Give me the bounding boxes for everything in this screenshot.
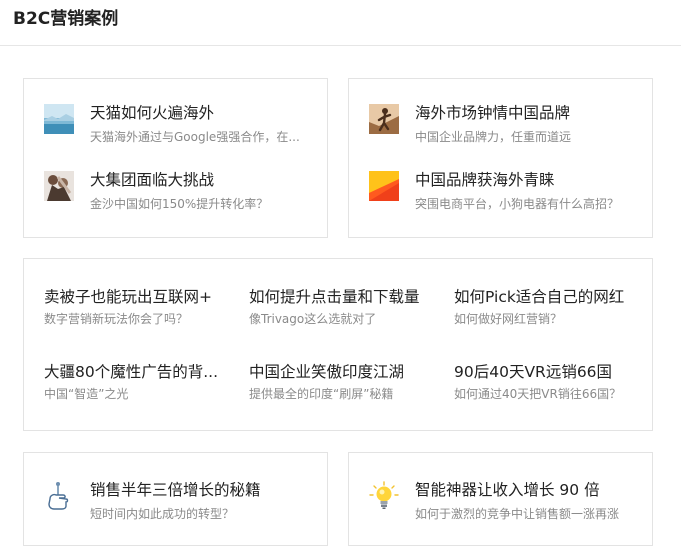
case-card-top-right: 海外市场钟情中国品牌 中国企业品牌力，任重而道远 中国品牌获海外青睐 突围电商平… xyxy=(348,78,653,238)
case-item-title: 大疆80个魔性广告的背... xyxy=(44,363,219,381)
case-item-sales-growth[interactable]: 销售半年三倍增长的秘籍 短时间内如此成功的转型？ xyxy=(44,480,314,524)
case-item-influencer[interactable]: 如何Pick适合自己的网红 如何做好网红营销？ xyxy=(454,287,644,329)
case-item-title: 天猫如何火遍海外 xyxy=(90,104,215,122)
case-item-subtitle: 天猫海外通过与Google强强合作，在... xyxy=(90,130,300,144)
orange-red-graphic-icon xyxy=(369,171,399,201)
case-item-quilt[interactable]: 卖被子也能玩出互联网+ 数字营销新玩法你会了吗？ xyxy=(44,287,234,329)
case-item-subtitle: 数字营销新玩法你会了吗？ xyxy=(44,312,189,326)
section-title: B2C营销案例 xyxy=(13,9,119,29)
case-item-title: 中国品牌获海外青睐 xyxy=(415,171,555,189)
case-item-sands-china[interactable]: 大集团面临大挑战 金沙中国如何150%提升转化率？ xyxy=(44,170,314,214)
case-item-subtitle: 如何做好网红营销？ xyxy=(454,312,563,326)
case-item-dji[interactable]: 大疆80个魔性广告的背... 中国“智造”之光 xyxy=(44,362,234,404)
section-header: B2C营销案例 xyxy=(0,0,681,46)
landscape-photo-icon xyxy=(44,104,74,134)
case-card-bottom-right: 智能神器让收入增长 90 倍 如何于激烈的竞争中让销售额一涨再涨 xyxy=(348,452,653,546)
case-item-subtitle: 如何于激烈的竞争中让销售额一涨再涨 xyxy=(415,507,620,521)
case-item-title: 智能神器让收入增长 90 倍 xyxy=(415,481,600,499)
case-item-title: 大集团面临大挑战 xyxy=(90,171,215,189)
case-item-subtitle: 短时间内如此成功的转型？ xyxy=(90,507,235,521)
crowd-photo-icon xyxy=(44,171,74,201)
lightbulb-icon xyxy=(369,481,399,511)
case-card-bottom-left: 销售半年三倍增长的秘籍 短时间内如此成功的转型？ xyxy=(23,452,328,546)
case-item-subtitle: 金沙中国如何150%提升转化率？ xyxy=(90,197,269,211)
case-item-tmall[interactable]: 天猫如何火遍海外 天猫海外通过与Google强强合作，在... xyxy=(44,103,314,147)
case-card-middle: 卖被子也能玩出互联网+ 数字营销新玩法你会了吗？ 如何提升点击量和下载量 像Tr… xyxy=(23,258,653,431)
case-item-subtitle: 突围电商平台，小狗电器有什么高招？ xyxy=(415,197,620,211)
case-item-india[interactable]: 中国企业笑傲印度江湖 提供最全的印度“刷屏”秘籍 xyxy=(249,362,439,404)
case-item-subtitle: 如何通过40天把VR销往66国？ xyxy=(454,387,622,401)
case-item-chinese-brand[interactable]: 中国品牌获海外青睐 突围电商平台，小狗电器有什么高招？ xyxy=(369,170,639,214)
climber-photo-icon xyxy=(369,104,399,134)
case-item-trivago[interactable]: 如何提升点击量和下载量 像Trivago这么选就对了 xyxy=(249,287,439,329)
case-item-subtitle: 像Trivago这么选就对了 xyxy=(249,312,377,326)
case-item-overseas-market[interactable]: 海外市场钟情中国品牌 中国企业品牌力，任重而道远 xyxy=(369,103,639,147)
case-item-title: 如何提升点击量和下载量 xyxy=(249,288,420,306)
case-item-subtitle: 中国“智造”之光 xyxy=(44,387,129,401)
case-item-smart-tool[interactable]: 智能神器让收入增长 90 倍 如何于激烈的竞争中让销售额一涨再涨 xyxy=(369,480,639,524)
case-item-subtitle: 中国企业品牌力，任重而道远 xyxy=(415,130,572,144)
case-item-title: 90后40天VR远销66国 xyxy=(454,363,613,381)
case-item-subtitle: 提供最全的印度“刷屏”秘籍 xyxy=(249,387,394,401)
case-card-top-left: 天猫如何火遍海外 天猫海外通过与Google强强合作，在... 大集团面临大挑战… xyxy=(23,78,328,238)
case-item-title: 中国企业笑傲印度江湖 xyxy=(249,363,405,381)
hand-lever-icon xyxy=(44,481,74,511)
case-item-title: 销售半年三倍增长的秘籍 xyxy=(90,481,261,499)
case-item-title: 卖被子也能玩出互联网+ xyxy=(44,288,212,306)
case-item-title: 海外市场钟情中国品牌 xyxy=(415,104,571,122)
case-item-vr[interactable]: 90后40天VR远销66国 如何通过40天把VR销往66国？ xyxy=(454,362,644,404)
case-item-title: 如何Pick适合自己的网红 xyxy=(454,288,625,306)
